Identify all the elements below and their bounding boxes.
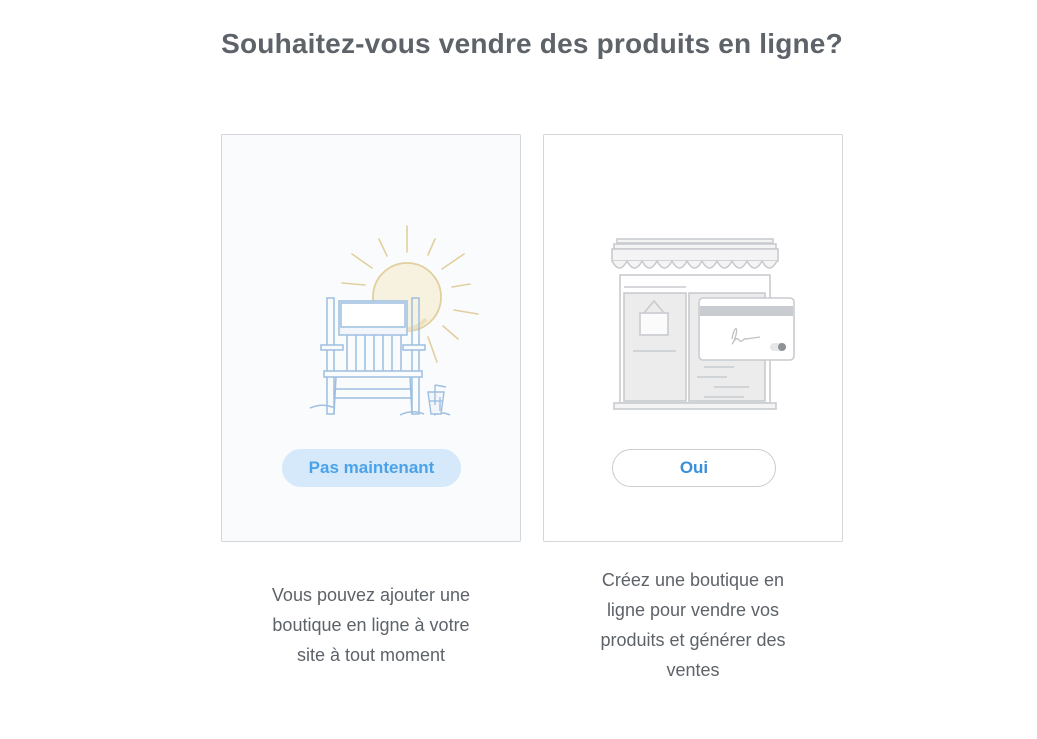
description-line: produits et générer des	[600, 630, 786, 650]
yes-button[interactable]: Oui	[612, 449, 776, 487]
not-now-description: Vous pouvez ajouter une boutique en lign…	[221, 580, 521, 670]
description-line: ligne pour vendre vos	[606, 600, 780, 620]
not-now-button[interactable]: Pas maintenant	[282, 449, 461, 487]
description-line: site à tout moment	[296, 645, 446, 665]
description-line: boutique en ligne à votre	[272, 615, 470, 635]
option-card-not-now[interactable]: Pas maintenant	[221, 134, 521, 542]
online-store-prompt-page: Souhaitez-vous vendre des produits en li…	[0, 0, 1037, 739]
beach-chair-sun-icon	[309, 225, 479, 416]
description-line: Créez une boutique en	[601, 570, 785, 590]
yes-description: Créez une boutique en ligne pour vendre …	[543, 565, 843, 685]
description-line: ventes	[666, 660, 720, 680]
page-title: Souhaitez-vous vendre des produits en li…	[221, 28, 843, 59]
storefront-card-icon	[611, 238, 795, 410]
option-card-yes[interactable]: Oui	[543, 134, 843, 542]
description-line: Vous pouvez ajouter une	[271, 585, 471, 605]
